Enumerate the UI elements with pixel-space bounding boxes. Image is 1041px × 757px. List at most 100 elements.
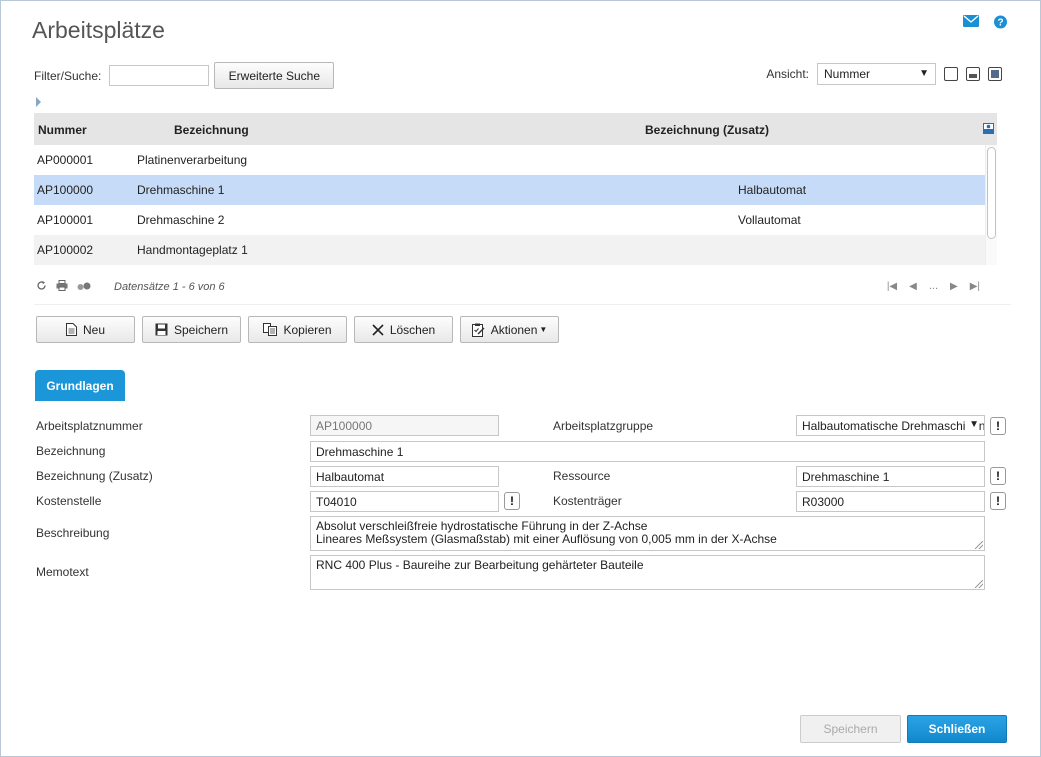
gruppe-lookup-button[interactable]: ! [990, 417, 1006, 435]
pager: |◀ ◀ ... ▶ ▶| [887, 280, 980, 292]
filter-input[interactable] [109, 65, 210, 86]
resize-grip-icon[interactable] [975, 541, 983, 549]
cell-zusatz: Halbautomat [738, 183, 807, 197]
zusatz-label: Bezeichnung (Zusatz) [36, 469, 153, 483]
bezeichnung-label: Bezeichnung [36, 444, 106, 458]
view-row: Ansicht: Nummer ▼ [766, 63, 1002, 85]
filter-row: Filter/Suche: Erweiterte Suche [34, 62, 335, 89]
refresh-icon[interactable] [36, 280, 47, 294]
new-button[interactable]: Neu [36, 316, 135, 343]
table-row[interactable]: AP100002 Handmontageplatz 1 [34, 235, 997, 265]
memo-text: RNC 400 Plus - Baureihe zur Bearbeitung … [316, 558, 644, 572]
print-icon[interactable] [56, 280, 68, 294]
grid-body: AP000001 Platinenverarbeitung AP100000 D… [34, 145, 997, 265]
kostentraeger-lookup-button[interactable]: ! [990, 492, 1006, 510]
ressource-lookup-button[interactable]: ! [990, 467, 1006, 485]
new-button-label: Neu [82, 322, 105, 337]
table-row[interactable]: AP000001 Platinenverarbeitung [34, 145, 997, 175]
view-select-value: Nummer [824, 67, 871, 81]
table-row[interactable]: AP100001 Drehmaschine 2 Vollautomat [34, 205, 997, 235]
copy-button-label: Kopieren [283, 322, 332, 337]
prev-page-icon[interactable]: ◀ [909, 281, 917, 292]
nummer-field[interactable]: AP100000 [310, 415, 499, 436]
top-icons: ? [963, 15, 1008, 30]
filter-label: Filter/Suche: [34, 68, 102, 83]
close-icon [372, 323, 384, 336]
kostenstelle-label: Kostenstelle [36, 494, 102, 508]
caret-down-icon: ▼ [539, 325, 548, 334]
record-toolbar: Neu Speichern Kopieren Löschen Aktionen [36, 316, 559, 343]
cell-nummer: AP100002 [37, 243, 94, 257]
ressource-label: Ressource [553, 469, 611, 483]
settings-dots-icon[interactable] [77, 280, 91, 294]
kostenstelle-lookup-button[interactable]: ! [504, 492, 520, 510]
chevron-down-icon: ▼ [919, 68, 929, 79]
save-button[interactable]: Speichern [142, 316, 241, 343]
chevron-down-icon: ▼ [966, 419, 979, 430]
delete-button-label: Löschen [389, 322, 436, 337]
grid-header: Nummer Bezeichnung Bezeichnung (Zusatz) [34, 113, 997, 145]
copy-button[interactable]: Kopieren [248, 316, 347, 343]
advanced-search-button[interactable]: Erweiterte Suche [214, 62, 335, 89]
record-count: Datensätze 1 - 6 von 6 [114, 281, 225, 293]
divider [34, 304, 1011, 305]
column-header-nummer[interactable]: Nummer [38, 123, 87, 137]
actions-button-label: Aktionen [490, 322, 538, 337]
ressource-field[interactable]: Drehmaschine 1 [796, 466, 985, 487]
beschreibung-textarea[interactable]: Absolut verschleißfreie hydrostatische F… [310, 516, 985, 551]
grid-scrollbar[interactable] [985, 145, 997, 265]
gruppe-select[interactable]: Halbautomatische Drehmaschinen ▼ [796, 415, 985, 436]
scrollbar-thumb[interactable] [987, 147, 996, 239]
svg-text:?: ? [997, 18, 1003, 29]
column-chooser-icon[interactable] [983, 123, 994, 137]
next-page-icon[interactable]: ▶ [950, 281, 958, 292]
memo-label: Memotext [36, 565, 89, 579]
clipboard-icon [471, 323, 485, 337]
cell-bezeichnung: Drehmaschine 1 [137, 183, 225, 197]
zusatz-field[interactable]: Halbautomat [310, 466, 499, 487]
cell-bezeichnung: Platinenverarbeitung [137, 153, 248, 167]
bezeichnung-field[interactable]: Drehmaschine 1 [310, 441, 985, 462]
column-header-zusatz[interactable]: Bezeichnung (Zusatz) [645, 123, 769, 137]
footer-save-button[interactable]: Speichern [800, 715, 901, 743]
new-document-icon [65, 323, 77, 336]
table-row-selected[interactable]: AP100000 Drehmaschine 1 Halbautomat [34, 175, 997, 205]
page-dots: ... [928, 280, 938, 292]
page-title: Arbeitsplätze [32, 17, 165, 43]
copy-icon [263, 323, 278, 336]
resize-grip-icon[interactable] [975, 580, 983, 588]
grid-footer: Datensätze 1 - 6 von 6 [36, 280, 225, 294]
kostentraeger-label: Kostenträger [553, 494, 622, 508]
view-list-icon[interactable] [944, 67, 958, 81]
view-split-icon[interactable] [966, 67, 980, 81]
view-select[interactable]: Nummer ▼ [817, 63, 936, 85]
cell-nummer: AP100001 [37, 213, 94, 227]
kostentraeger-field[interactable]: R03000 [796, 491, 985, 512]
floppy-icon [155, 323, 168, 336]
beschreibung-label: Beschreibung [36, 526, 110, 540]
tab-grundlagen[interactable]: Grundlagen [35, 370, 125, 401]
cell-zusatz: Vollautomat [738, 213, 801, 227]
expand-triangle-icon[interactable] [36, 97, 41, 107]
last-page-icon[interactable]: ▶| [970, 281, 980, 292]
help-icon[interactable]: ? [993, 15, 1008, 30]
first-page-icon[interactable]: |◀ [887, 281, 897, 292]
window: Arbeitsplätze ? Filter/Suche: Erweiterte… [0, 0, 1041, 757]
gruppe-select-value: Halbautomatische Drehmaschinen [802, 419, 985, 433]
nummer-label: Arbeitsplatznummer [36, 419, 143, 433]
column-header-bezeichnung[interactable]: Bezeichnung [174, 123, 249, 137]
kostenstelle-field[interactable]: T04010 [310, 491, 499, 512]
memo-textarea[interactable]: RNC 400 Plus - Baureihe zur Bearbeitung … [310, 555, 985, 590]
cell-bezeichnung: Handmontageplatz 1 [137, 243, 248, 257]
cell-bezeichnung: Drehmaschine 2 [137, 213, 225, 227]
close-button[interactable]: Schließen [907, 715, 1007, 743]
view-form-icon[interactable] [988, 67, 1002, 81]
mail-icon[interactable] [963, 15, 979, 30]
cell-nummer: AP100000 [37, 183, 94, 197]
data-grid: Nummer Bezeichnung Bezeichnung (Zusatz) … [34, 113, 997, 266]
view-label: Ansicht: [766, 67, 809, 81]
cell-nummer: AP000001 [37, 153, 94, 167]
actions-button[interactable]: Aktionen ▼ [460, 316, 559, 343]
delete-button[interactable]: Löschen [354, 316, 453, 343]
gruppe-label: Arbeitsplatzgruppe [553, 419, 654, 433]
